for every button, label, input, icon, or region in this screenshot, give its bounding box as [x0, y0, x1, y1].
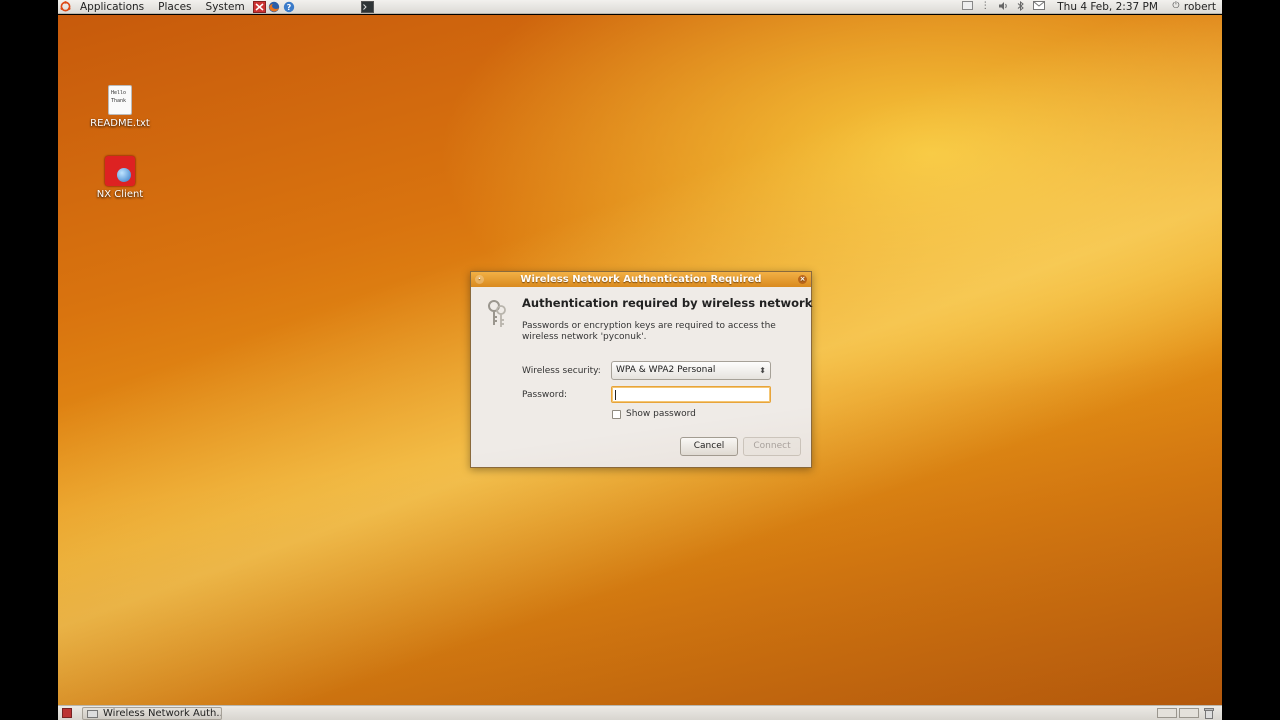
- close-icon[interactable]: ×: [798, 275, 807, 284]
- window-icon: [87, 710, 98, 718]
- show-password-checkbox[interactable]: [612, 409, 621, 419]
- security-value: WPA & WPA2 Personal: [616, 365, 716, 375]
- show-password-row[interactable]: Show password: [612, 409, 696, 419]
- keys-icon: [485, 299, 509, 329]
- screen: Applications Places System ? ⋮ Thu 4 Feb…: [58, 0, 1222, 720]
- bluetooth-icon[interactable]: [1015, 0, 1027, 12]
- ubuntu-logo-icon[interactable]: [59, 1, 72, 13]
- trash-icon[interactable]: [1204, 708, 1214, 719]
- firefox-icon[interactable]: [268, 1, 281, 13]
- nx-client-icon: [105, 156, 135, 186]
- bottom-panel: Wireless Network Auth...: [58, 705, 1222, 720]
- network-icon[interactable]: ⋮: [979, 1, 991, 12]
- nx-client-desktop-icon[interactable]: NX Client: [80, 156, 160, 200]
- clock[interactable]: Thu 4 Feb, 2:37 PM: [1057, 1, 1158, 13]
- mail-icon[interactable]: [1033, 1, 1046, 12]
- svg-text:?: ?: [287, 3, 292, 12]
- launcher-close-icon[interactable]: [252, 0, 266, 13]
- dialog-description: Passwords or encryption keys are require…: [522, 321, 776, 342]
- desktop: Hello Thank README.txt NX Client · Wirel…: [58, 15, 1222, 705]
- show-password-label[interactable]: Show password: [626, 409, 696, 419]
- volume-icon[interactable]: [997, 1, 1009, 12]
- dialog-heading: Authentication required by wireless netw…: [522, 296, 813, 310]
- terminal-icon[interactable]: [360, 0, 374, 13]
- workspace-2[interactable]: [1179, 708, 1199, 718]
- dialog-titlebar[interactable]: · Wireless Network Authentication Requir…: [471, 272, 811, 287]
- applications-menu[interactable]: Applications: [73, 0, 151, 14]
- wifi-auth-dialog: · Wireless Network Authentication Requir…: [470, 271, 812, 468]
- cancel-button[interactable]: Cancel: [680, 437, 738, 456]
- show-desktop-icon[interactable]: [62, 708, 72, 718]
- desktop-icon-label: NX Client: [96, 189, 144, 200]
- taskbar-window-button[interactable]: Wireless Network Auth...: [82, 707, 222, 720]
- system-menu[interactable]: System: [199, 0, 252, 14]
- workspace-1[interactable]: [1157, 708, 1177, 718]
- desktop-icon-label: README.txt: [90, 118, 150, 129]
- top-panel: Applications Places System ? ⋮ Thu 4 Feb…: [58, 0, 1222, 14]
- power-icon[interactable]: ⏻: [1170, 1, 1182, 12]
- text-caret: [615, 390, 616, 400]
- wireless-security-select[interactable]: WPA & WPA2 Personal ⬍: [611, 361, 771, 380]
- panel-tray: ⋮ Thu 4 Feb, 2:37 PM ⏻ robert: [961, 1, 1222, 13]
- places-menu[interactable]: Places: [151, 0, 198, 14]
- file-preview-line: Hello: [111, 90, 127, 96]
- password-label: Password:: [522, 390, 568, 400]
- updown-arrow-icon: ⬍: [759, 366, 766, 375]
- connect-button[interactable]: Connect: [743, 437, 801, 456]
- readme-desktop-icon[interactable]: Hello Thank README.txt: [80, 85, 160, 129]
- password-field[interactable]: [611, 386, 771, 403]
- text-file-icon: Hello Thank: [108, 85, 132, 115]
- display-icon[interactable]: [961, 1, 973, 12]
- window-menu-icon[interactable]: ·: [475, 275, 484, 284]
- help-icon[interactable]: ?: [283, 1, 296, 13]
- user-name[interactable]: robert: [1184, 1, 1216, 13]
- security-label: Wireless security:: [522, 366, 601, 376]
- file-preview-line: Thank: [111, 98, 127, 104]
- taskbar-window-label: Wireless Network Auth...: [103, 708, 222, 719]
- dialog-title: Wireless Network Authentication Required: [520, 274, 762, 285]
